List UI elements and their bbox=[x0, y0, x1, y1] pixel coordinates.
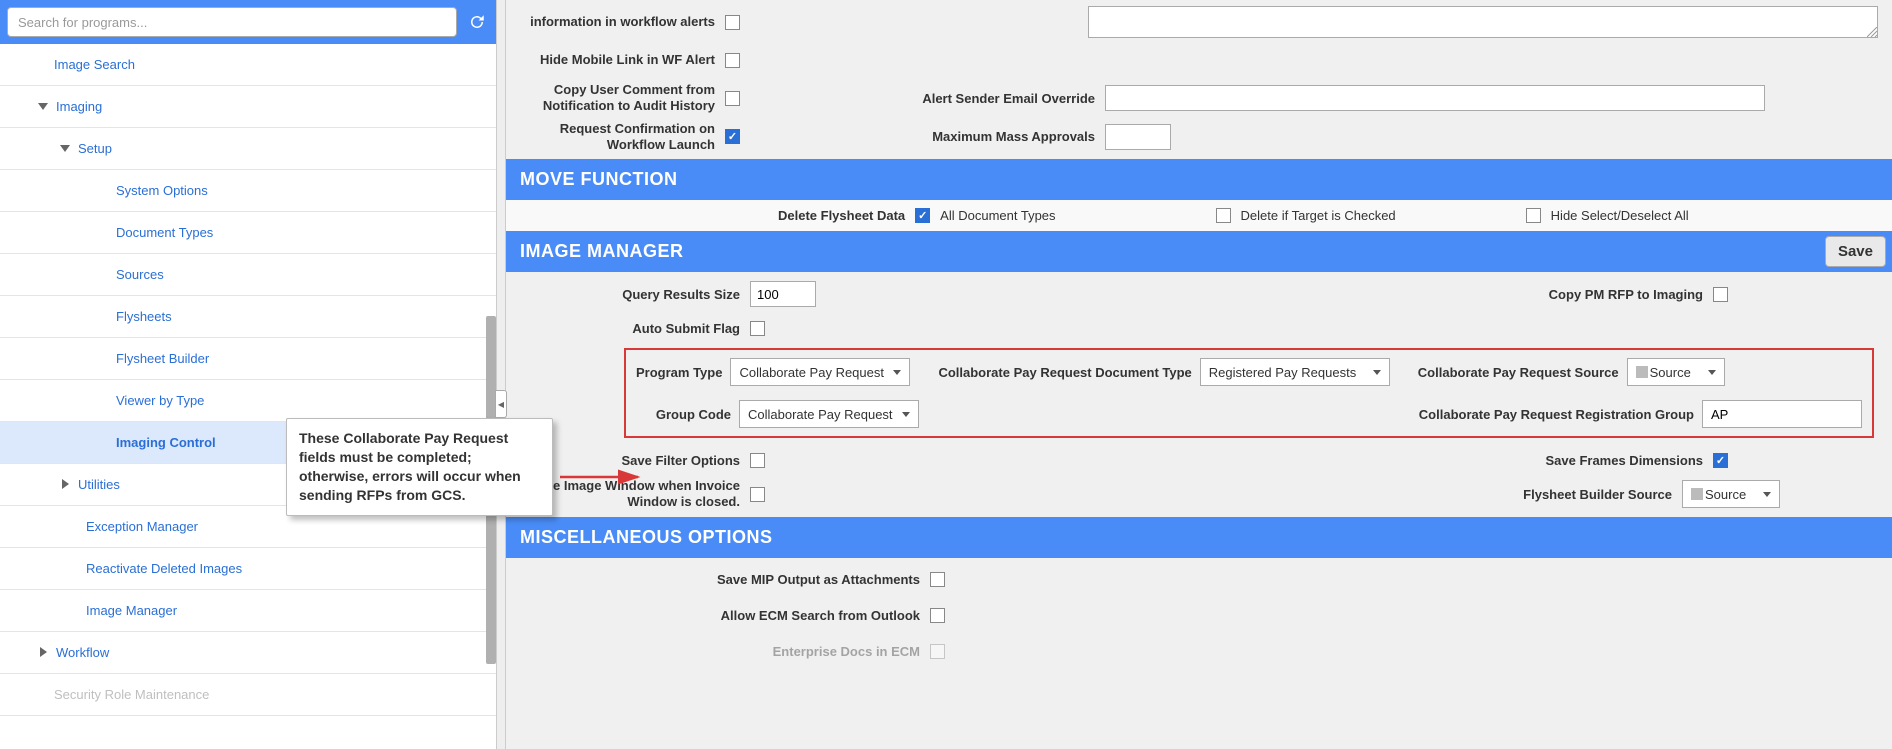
checkbox-save-filter[interactable] bbox=[750, 453, 765, 468]
sidebar-item-reactivate-deleted[interactable]: Reactivate Deleted Images bbox=[0, 548, 496, 590]
caret-right-icon bbox=[38, 645, 52, 660]
input-alert-sender[interactable] bbox=[1105, 85, 1765, 111]
select-flysheet-builder-source[interactable]: Source bbox=[1682, 480, 1780, 508]
checkbox-copy-user-comment[interactable] bbox=[725, 91, 740, 106]
label-cpr-source: Collaborate Pay Request Source bbox=[1418, 365, 1619, 380]
label-all-doc-types: All Document Types bbox=[940, 208, 1055, 223]
search-input[interactable] bbox=[7, 7, 457, 37]
label-query-results: Query Results Size bbox=[520, 287, 740, 302]
checkbox-hide-mobile[interactable] bbox=[725, 53, 740, 68]
label-allow-ecm: Allow ECM Search from Outlook bbox=[520, 608, 920, 623]
sidebar-item-viewer-by-type[interactable]: Viewer by Type bbox=[0, 380, 496, 422]
label-save-frames: Save Frames Dimensions bbox=[1545, 453, 1703, 468]
gray-square-icon bbox=[1691, 488, 1703, 500]
input-query-results[interactable] bbox=[750, 281, 816, 307]
sidebar: Image Search Imaging Setup System Option… bbox=[0, 0, 496, 749]
label-group-code: Group Code bbox=[636, 407, 731, 422]
sidebar-item-setup[interactable]: Setup bbox=[0, 128, 496, 170]
gray-square-icon bbox=[1636, 366, 1648, 378]
sidebar-item-flysheets[interactable]: Flysheets bbox=[0, 296, 496, 338]
checkbox-all-doc-types[interactable] bbox=[915, 208, 930, 223]
select-group-code[interactable]: Collaborate Pay Request bbox=[739, 400, 919, 428]
search-bar bbox=[0, 0, 496, 44]
input-max-mass[interactable] bbox=[1105, 124, 1171, 150]
highlighted-fields-box: Program Type Collaborate Pay Request Col… bbox=[624, 348, 1874, 438]
label-flysheet-builder-source: Flysheet Builder Source bbox=[1523, 487, 1672, 502]
checkbox-request-confirmation[interactable] bbox=[725, 129, 740, 144]
resize-grip-icon[interactable] bbox=[1867, 27, 1877, 37]
collapse-handle[interactable]: ◀ bbox=[496, 0, 506, 749]
label-hide-select: Hide Select/Deselect All bbox=[1551, 208, 1689, 223]
label-alert-sender: Alert Sender Email Override bbox=[895, 91, 1095, 106]
select-cpr-source[interactable]: Source bbox=[1627, 358, 1725, 386]
sidebar-item-document-types[interactable]: Document Types bbox=[0, 212, 496, 254]
label-delete-flysheet: Delete Flysheet Data bbox=[778, 208, 905, 223]
refresh-icon[interactable] bbox=[465, 10, 489, 34]
caret-right-icon bbox=[60, 477, 74, 492]
sidebar-item-flysheet-builder[interactable]: Flysheet Builder bbox=[0, 338, 496, 380]
sidebar-item-security-role[interactable]: Security Role Maintenance bbox=[0, 674, 496, 716]
sidebar-item-image-search[interactable]: Image Search bbox=[0, 44, 496, 86]
checkbox-allow-ecm[interactable] bbox=[930, 608, 945, 623]
label-request-confirmation: Request Confirmation on Workflow Launch bbox=[520, 121, 715, 154]
label-hide-mobile: Hide Mobile Link in WF Alert bbox=[520, 52, 715, 68]
callout-note: These Collaborate Pay Request fields mus… bbox=[286, 418, 553, 516]
nav-tree: Image Search Imaging Setup System Option… bbox=[0, 44, 496, 716]
sidebar-item-sources[interactable]: Sources bbox=[0, 254, 496, 296]
label-enterprise-docs: Enterprise Docs in ECM bbox=[520, 644, 920, 659]
select-cpr-doc-type[interactable]: Registered Pay Requests bbox=[1200, 358, 1390, 386]
checkbox-hide-select[interactable] bbox=[1526, 208, 1541, 223]
label-save-mip: Save MIP Output as Attachments bbox=[520, 572, 920, 587]
sidebar-item-system-options[interactable]: System Options bbox=[0, 170, 496, 212]
caret-down-icon bbox=[60, 141, 74, 156]
checkbox-enterprise-docs[interactable] bbox=[930, 644, 945, 659]
collapse-tab-icon[interactable]: ◀ bbox=[495, 390, 507, 418]
main-content: information in workflow alerts Hide Mobi… bbox=[506, 0, 1892, 749]
label-delete-if-target: Delete if Target is Checked bbox=[1241, 208, 1396, 223]
sidebar-item-imaging[interactable]: Imaging bbox=[0, 86, 496, 128]
save-button[interactable]: Save bbox=[1825, 236, 1886, 267]
label-info-wf-alerts: information in workflow alerts bbox=[520, 14, 715, 30]
checkbox-copy-pm-rfp[interactable] bbox=[1713, 287, 1728, 302]
sidebar-item-image-manager[interactable]: Image Manager bbox=[0, 590, 496, 632]
checkbox-save-mip[interactable] bbox=[930, 572, 945, 587]
checkbox-delete-if-target[interactable] bbox=[1216, 208, 1231, 223]
sidebar-item-workflow[interactable]: Workflow bbox=[0, 632, 496, 674]
label-program-type: Program Type bbox=[636, 365, 722, 380]
label-copy-pm-rfp: Copy PM RFP to Imaging bbox=[1549, 287, 1703, 302]
checkbox-info-wf-alerts[interactable] bbox=[725, 15, 740, 30]
caret-down-icon bbox=[38, 99, 52, 114]
label-auto-submit: Auto Submit Flag bbox=[520, 321, 740, 336]
label-cpr-doc-type: Collaborate Pay Request Document Type bbox=[938, 365, 1191, 380]
input-cpr-reg-group[interactable] bbox=[1702, 400, 1862, 428]
label-cpr-reg-group: Collaborate Pay Request Registration Gro… bbox=[1419, 407, 1694, 422]
checkbox-save-frames[interactable] bbox=[1713, 453, 1728, 468]
callout-arrow-icon bbox=[560, 465, 650, 489]
section-image-manager: IMAGE MANAGER Save bbox=[506, 231, 1892, 272]
label-max-mass: Maximum Mass Approvals bbox=[895, 129, 1095, 144]
label-copy-user-comment: Copy User Comment from Notification to A… bbox=[520, 82, 715, 115]
section-move-function: MOVE FUNCTION bbox=[506, 159, 1892, 200]
section-misc-options: MISCELLANEOUS OPTIONS bbox=[506, 517, 1892, 558]
checkbox-auto-submit[interactable] bbox=[750, 321, 765, 336]
textarea-top[interactable] bbox=[1088, 6, 1878, 38]
checkbox-close-image-window[interactable] bbox=[750, 487, 765, 502]
select-program-type[interactable]: Collaborate Pay Request bbox=[730, 358, 910, 386]
